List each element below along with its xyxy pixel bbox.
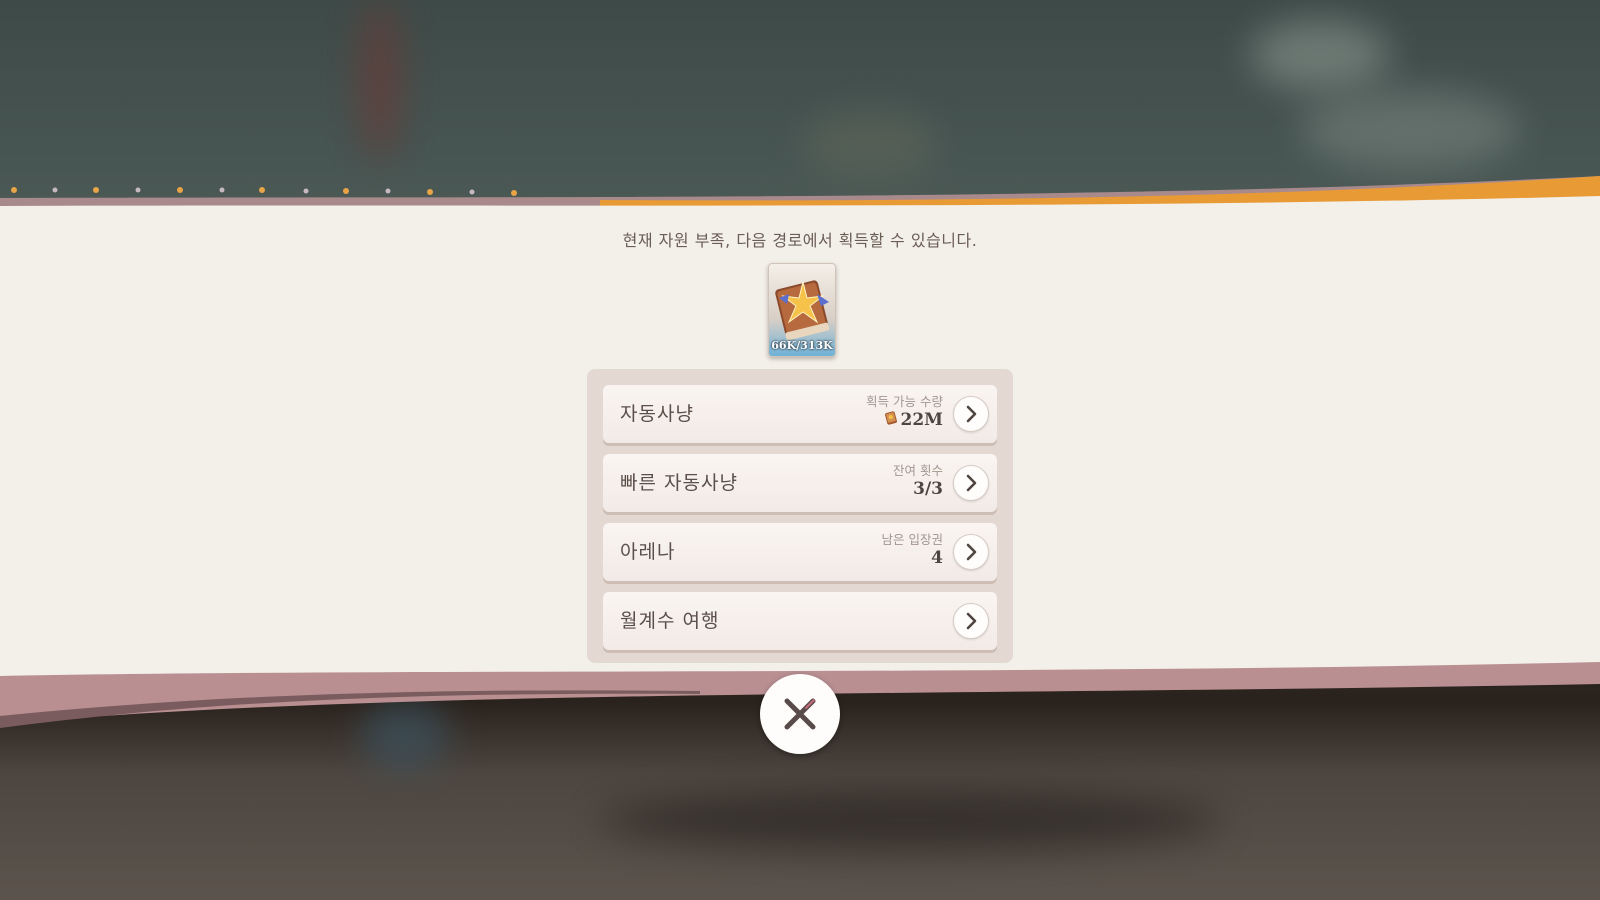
background-cloud [1300,90,1520,170]
route-info: 잔여 횟수 3/3 [893,464,943,500]
banner-sparkles [11,187,517,196]
background-figure [360,0,400,160]
route-go-button[interactable] [953,465,989,501]
route-info-caption: 획득 가능 수량 [866,394,943,409]
route-info-caption: 남은 입장권 [881,532,943,547]
resource-shortage-message: 현재 자원 부족, 다음 경로에서 획득할 수 있습니다. [622,231,978,250]
item-card[interactable]: 66K/313K [768,263,836,357]
route-info-value: 22M [900,410,943,430]
chevron-right-icon [966,612,977,630]
coin-icon [884,411,897,425]
acquisition-route-list: 자동사냥 획득 가능 수량 22M 빠른 자동사냥 잔여 횟수 3/3 아레나 … [587,369,1013,663]
route-arena[interactable]: 아레나 남은 입장권 4 [603,523,997,581]
chevron-right-icon [966,405,977,423]
chevron-right-icon [966,474,977,492]
route-label: 빠른 자동사냥 [620,472,738,494]
chevron-right-icon [966,543,977,561]
route-info-value: 3/3 [913,479,943,499]
route-info: 남은 입장권 4 [882,533,943,569]
background-cloud [1250,20,1390,90]
close-icon [784,698,816,730]
route-laurel-journey[interactable]: 월계수 여행 [603,592,997,650]
game-screen: 현재 자원 부족, 다음 경로에서 획득할 수 있습니다. 66K/313K 자… [0,0,1600,900]
route-info-caption: 잔여 횟수 [893,463,943,478]
route-label: 월계수 여행 [620,610,720,632]
route-info-value: 4 [931,548,943,568]
background-figure [800,110,940,180]
route-info: 획득 가능 수량 22M [866,395,943,431]
route-go-button[interactable] [953,603,989,639]
close-button[interactable] [760,674,840,754]
route-info-value-wrap: 22M [866,409,943,431]
route-label: 자동사냥 [620,403,694,425]
item-count-label: 66K/313K [771,339,833,352]
route-go-button[interactable] [953,396,989,432]
route-go-button[interactable] [953,534,989,570]
route-auto-hunt[interactable]: 자동사냥 획득 가능 수량 22M [603,385,997,443]
route-quick-auto-hunt[interactable]: 빠른 자동사냥 잔여 횟수 3/3 [603,454,997,512]
background-hud [600,790,1220,850]
route-label: 아레나 [620,541,676,563]
